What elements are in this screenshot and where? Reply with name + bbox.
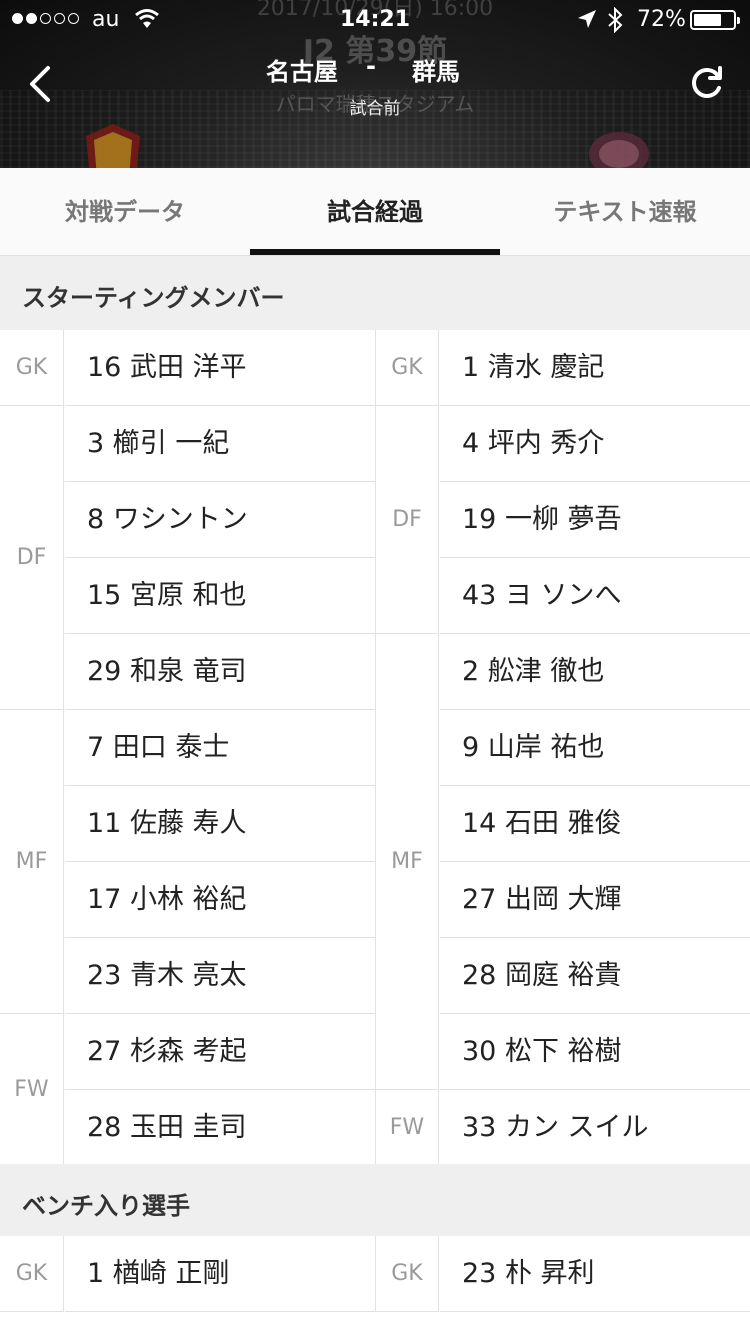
away-player-row: 2 舩津 徹也	[440, 634, 750, 710]
home-player-row: 27 杉森 考起	[65, 1014, 375, 1090]
home-player-row: 23 青木 亮太	[65, 938, 375, 1014]
away-player-row: 23 朴 昇利	[440, 1236, 750, 1312]
home-player-row: 16 武田 洋平	[65, 330, 375, 406]
home-player-row: 17 小林 裕紀	[65, 862, 375, 938]
home-player-row: 11 佐藤 寿人	[65, 786, 375, 862]
away-player-row: 14 石田 雅俊	[440, 786, 750, 862]
tab-bar: 対戦データ 試合経過 テキスト速報	[0, 168, 750, 256]
away-player-row: 27 出岡 大輝	[440, 862, 750, 938]
away-player-row: 28 岡庭 裕貴	[440, 938, 750, 1014]
position-label: MF	[0, 710, 64, 1014]
away-team-name: 群馬	[412, 58, 460, 86]
bluetooth-icon	[608, 7, 623, 33]
away-player-row: 9 山岸 祐也	[440, 710, 750, 786]
home-team-emblem-icon	[86, 124, 140, 168]
battery-percent: 72%	[637, 7, 686, 32]
position-label: GK	[0, 1236, 64, 1312]
home-player-row: 8 ワシントン	[65, 482, 375, 558]
position-label: MF	[375, 634, 439, 1090]
home-player-row: 3 櫛引 一紀	[65, 406, 375, 482]
away-player-row: 19 一柳 夢吾	[440, 482, 750, 558]
position-label: GK	[0, 330, 64, 406]
home-player-row: 28 玉田 圭司	[65, 1090, 375, 1166]
home-player-row: 1 楢崎 正剛	[65, 1236, 375, 1312]
tab-text-live[interactable]: テキスト速報	[500, 168, 750, 255]
refresh-icon[interactable]	[684, 62, 728, 106]
position-label: GK	[375, 1236, 439, 1312]
home-team-name: 名古屋	[266, 58, 338, 86]
tab-match-progress[interactable]: 試合経過	[250, 168, 500, 255]
match-header: 2017/10/29(日) 16:00 J2 第39節 パロマ瑞穂スタジアム a…	[0, 0, 750, 168]
starting-members-header: スターティングメンバー	[0, 256, 750, 330]
starting-lineup: GK 16 武田 洋平 DF 3 櫛引 一紀 8 ワシントン 15 宮原 和也 29 和泉 …	[0, 330, 750, 1166]
location-arrow-icon	[578, 10, 596, 28]
away-player-row: 30 松下 裕樹	[440, 1014, 750, 1090]
position-label: FW	[0, 1014, 64, 1166]
tab-match-data[interactable]: 対戦データ	[0, 168, 250, 255]
battery-icon	[690, 10, 740, 30]
position-label: DF	[0, 406, 64, 710]
home-player-row: 29 和泉 竜司	[65, 634, 375, 710]
status-bar: au 14:21 72%	[0, 0, 750, 40]
away-player-row: 4 坪内 秀介	[440, 406, 750, 482]
match-status: 試合前	[349, 99, 401, 119]
away-player-row: 1 清水 慶記	[440, 330, 750, 406]
bench-lineup: GK 1 楢崎 正剛 GK 23 朴 昇利	[0, 1236, 750, 1334]
position-label: FW	[375, 1090, 439, 1166]
team-separator: -	[366, 52, 376, 80]
home-player-row: 7 田口 泰士	[65, 710, 375, 786]
away-player-row: 33 カン スイル	[440, 1090, 750, 1166]
away-team-emblem-icon	[589, 132, 649, 168]
bench-members-header: ベンチ入り選手	[0, 1164, 750, 1236]
position-label: DF	[375, 406, 439, 634]
home-player-row: 15 宮原 和也	[65, 558, 375, 634]
position-label: GK	[375, 330, 439, 406]
away-player-row: 43 ヨ ソンへ	[440, 558, 750, 634]
